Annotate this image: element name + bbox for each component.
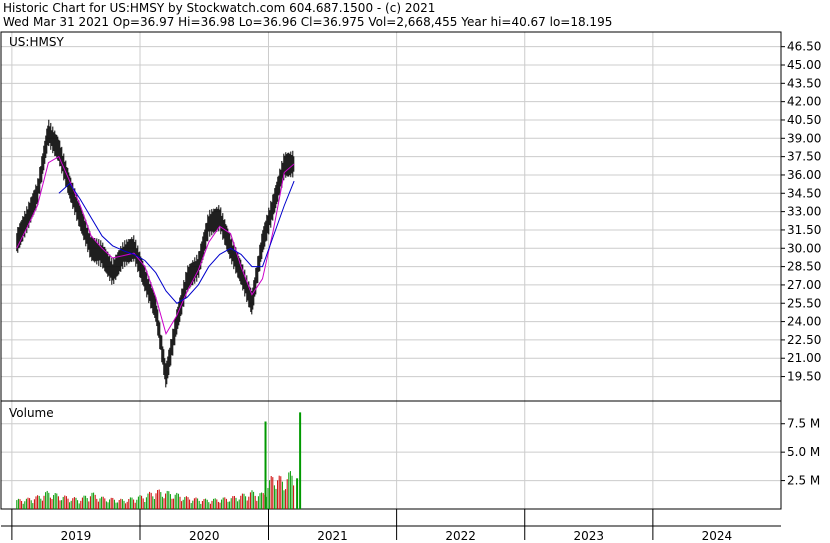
price-tick-label: 37.50	[787, 150, 821, 164]
volume-axis: 7.5 M 5.0 M 2.5 M	[781, 417, 820, 488]
price-tick-label: 31.50	[787, 223, 821, 237]
year-label: 2021	[317, 529, 348, 543]
price-tick-label: 30.00	[787, 241, 821, 255]
price-tick-label: 33.00	[787, 205, 821, 219]
price-pane-border	[0, 31, 782, 402]
price-tick-label: 27.00	[787, 278, 821, 292]
price-tick-label: 34.50	[787, 186, 821, 200]
price-tick-label: 22.50	[787, 333, 821, 347]
price-tick-label: 45.00	[787, 58, 821, 72]
year-label: 2020	[189, 529, 220, 543]
volume-tick-label: 7.5 M	[787, 417, 820, 431]
price-tick-label: 21.00	[787, 351, 821, 365]
year-label: 2022	[445, 529, 476, 543]
price-bars	[16, 119, 295, 388]
stock-chart: US:HMSY Volume 46.50 45.00 43.50 42.00 40.50…	[0, 31, 821, 543]
price-tick-label: 39.00	[787, 131, 821, 145]
price-tick-label: 43.50	[787, 76, 821, 90]
price-tick-label: 46.50	[787, 40, 821, 54]
price-tick-label: 42.00	[787, 95, 821, 109]
year-label: 2019	[61, 529, 92, 543]
price-tick-label: 36.00	[787, 168, 821, 182]
price-tick-label: 40.50	[787, 113, 821, 127]
volume-pane: Volume	[0, 400, 782, 510]
price-pane: US:HMSY	[0, 31, 782, 402]
volume-tick-label: 5.0 M	[787, 445, 820, 459]
price-axis: 46.50 45.00 43.50 42.00 40.50 39.00 37.50 36.00…	[781, 40, 821, 384]
year-label: 2023	[574, 529, 605, 543]
price-tick-label: 28.50	[787, 260, 821, 274]
volume-pane-border	[0, 400, 782, 510]
year-label: 2024	[702, 529, 733, 543]
volume-bars	[16, 412, 302, 509]
price-pane-title: US:HMSY	[9, 35, 64, 49]
volume-pane-title: Volume	[9, 406, 54, 420]
volume-tick-label: 2.5 M	[787, 474, 820, 488]
price-tick-label: 19.50	[787, 370, 821, 384]
price-tick-label: 25.50	[787, 296, 821, 310]
price-tick-label: 24.00	[787, 315, 821, 329]
